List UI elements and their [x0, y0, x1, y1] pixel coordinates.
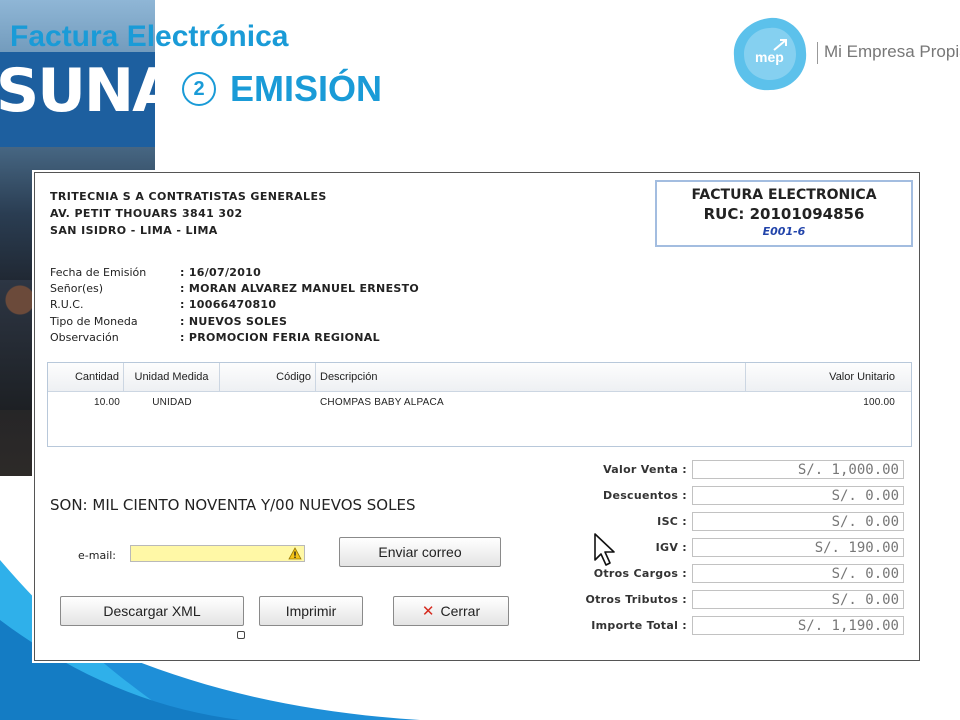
detail-label: R.U.C. — [50, 298, 84, 312]
total-field-igv: S/. 190.00 — [692, 538, 904, 557]
detail-value: : NUEVOS SOLES — [180, 314, 288, 328]
company-name: TRITECNIA S A CONTRATISTAS GENERALES — [50, 190, 327, 203]
detail-label: Fecha de Emisión — [50, 266, 147, 279]
warning-icon — [288, 547, 302, 560]
cell-codigo — [220, 392, 316, 414]
close-button-label: Cerrar — [440, 603, 481, 619]
cell-valor-unitario: 100.00 — [863, 397, 895, 408]
ruc-title: FACTURA ELECTRONICA — [691, 187, 877, 203]
step-number-badge: 2 — [182, 72, 216, 106]
detail-row: R.U.C. : 10066470810 — [50, 297, 419, 313]
column-header-cantidad[interactable]: Cantidad — [48, 363, 124, 391]
email-label: e-mail: — [78, 549, 117, 562]
close-x-icon: ✕ — [421, 602, 435, 620]
invoice-panel: TRITECNIA S A CONTRATISTAS GENERALES AV.… — [34, 172, 920, 661]
total-field-isc: S/. 0.00 — [692, 512, 904, 531]
logo-text: Mi Empresa Propia — [824, 42, 960, 61]
total-label-otros-cargos: Otros Cargos : — [593, 567, 687, 580]
detail-value: : 16/07/2010 — [180, 266, 262, 279]
total-label-isc: ISC : — [657, 515, 687, 528]
ruc-number: RUC: 20101094856 — [703, 205, 865, 223]
detail-row: Tipo de Moneda : NUEVOS SOLES — [50, 314, 419, 330]
company-address: AV. PETIT THOUARS 3841 302 — [50, 207, 243, 220]
total-label-otros-tributos: Otros Tributos : — [585, 593, 687, 606]
detail-label: Señor(es) — [50, 282, 104, 296]
slide-title: Factura Electrónica — [10, 20, 289, 53]
total-field-importe-total: S/. 1,190.00 — [692, 616, 904, 635]
total-label-importe-total: Importe Total : — [591, 619, 687, 632]
logo-divider — [817, 42, 818, 64]
print-button[interactable]: Imprimir — [259, 596, 363, 626]
slide-subtitle: 2 EMISIÓN — [182, 68, 382, 110]
detail-label: Observación — [50, 330, 119, 344]
column-header-descripcion[interactable]: Descripción — [316, 363, 746, 391]
logo-brand-text: mep — [755, 49, 784, 65]
items-table: Cantidad Unidad Medida Código Descripció… — [47, 362, 912, 447]
cell-descripcion: CHOMPAS BABY ALPACA — [320, 397, 444, 408]
column-header-codigo[interactable]: Código — [220, 363, 316, 391]
company-district: SAN ISIDRO - LIMA - LIMA — [50, 224, 218, 237]
total-field-valor-venta: S/. 1,000.00 — [692, 460, 904, 479]
detail-value: : 10066470810 — [180, 298, 277, 312]
mouse-cursor-icon — [594, 533, 615, 566]
cell-unidad: UNIDAD — [152, 397, 192, 408]
total-label-valor-venta: Valor Venta : — [603, 463, 687, 476]
photo-sign-text: SUNAT — [0, 56, 155, 126]
invoice-details: Fecha de Emisión : 16/07/2010 Señor(es) : … — [50, 265, 419, 346]
resize-handle — [237, 631, 245, 639]
total-field-descuentos: S/. 0.00 — [692, 486, 904, 505]
total-label-descuentos: Descuentos : — [603, 489, 687, 502]
close-button[interactable]: ✕ Cerrar — [393, 596, 509, 626]
column-header-valor-unitario[interactable]: Valor Unitario — [746, 363, 899, 391]
send-email-button[interactable]: Enviar correo — [339, 537, 501, 567]
total-field-otros-tributos: S/. 0.00 — [692, 590, 904, 609]
mep-logo-icon: mep — [733, 17, 807, 91]
invoice-series: E001-6 — [762, 225, 806, 238]
company-block: TRITECNIA S A CONTRATISTAS GENERALES AV.… — [50, 188, 327, 239]
detail-label: Tipo de Moneda — [50, 314, 138, 328]
amount-in-words: SON: MIL CIENTO NOVENTA Y/00 NUEVOS SOLE… — [50, 496, 416, 514]
detail-value: : PROMOCION FERIA REGIONAL — [180, 330, 380, 344]
download-xml-button[interactable]: Descargar XML — [60, 596, 244, 626]
cell-cantidad: 10.00 — [93, 397, 120, 408]
total-field-otros-cargos: S/. 0.00 — [692, 564, 904, 583]
email-input[interactable] — [130, 545, 305, 562]
column-header-unidad[interactable]: Unidad Medida — [124, 363, 220, 391]
detail-row: Señor(es) : MORAN ALVAREZ MANUEL ERNESTO — [50, 281, 419, 297]
ruc-box: FACTURA ELECTRONICA RUC: 20101094856 E00… — [655, 180, 913, 247]
table-row[interactable]: 10.00 UNIDAD CHOMPAS BABY ALPACA 100.00 — [48, 392, 911, 414]
detail-row: Fecha de Emisión : 16/07/2010 — [50, 265, 419, 281]
detail-row: Observación : PROMOCION FERIA REGIONAL — [50, 330, 419, 346]
slide-subtitle-text: EMISIÓN — [230, 68, 383, 109]
table-header: Cantidad Unidad Medida Código Descripció… — [48, 363, 911, 392]
detail-value: : MORAN ALVAREZ MANUEL ERNESTO — [180, 282, 420, 296]
